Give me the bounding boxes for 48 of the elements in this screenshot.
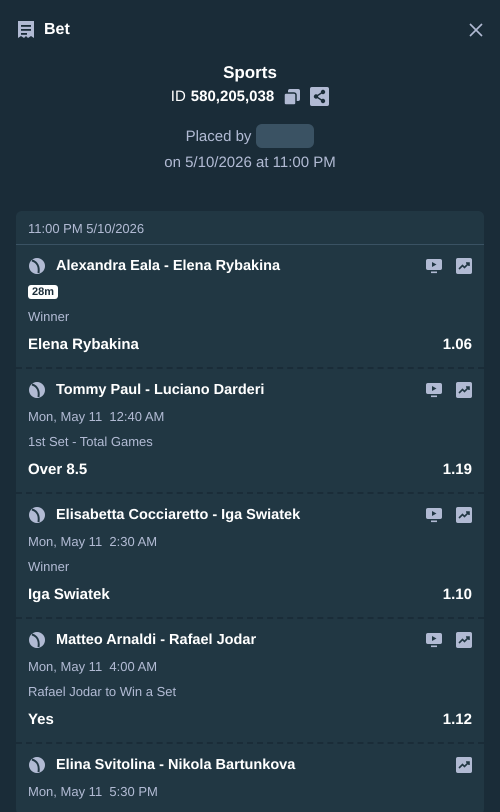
selection-name: Yes (28, 711, 54, 728)
match-start-time: Mon, May 11 2:30 AM (28, 534, 158, 549)
market-name: Winner (28, 309, 70, 324)
bet-time: 11:00 PM 5/10/2026 (28, 221, 144, 236)
odds-value: 1.10 (442, 586, 472, 603)
match-start-time: Mon, May 11 5:30 PM (28, 784, 159, 799)
redacted-name (256, 124, 314, 148)
live-stream-icon[interactable] (426, 508, 442, 522)
placed-date: on 5/10/2026 at 11:00 PM (164, 154, 336, 171)
tennis-ball-icon (28, 506, 46, 524)
market-name: 1st Set - Total Games (28, 434, 154, 449)
share-icon[interactable] (310, 87, 330, 106)
stats-chart-icon[interactable] (456, 382, 472, 398)
bet-id: 580,205,038 (190, 88, 274, 105)
tennis-ball-icon (28, 257, 46, 275)
match-name: Elisabetta Cocciaretto - Iga Swiatek (56, 507, 302, 523)
stats-chart-icon[interactable] (456, 757, 472, 773)
tennis-ball-icon (28, 631, 46, 649)
match-name: Alexandra Eala - Elena Rybakina (56, 258, 282, 274)
selection-name: Elena Rybakina (28, 336, 139, 353)
copy-icon[interactable] (283, 88, 302, 106)
stats-chart-icon[interactable] (456, 258, 472, 274)
market-name: Winner (28, 559, 70, 574)
odds-value: 1.06 (442, 336, 472, 353)
match-start-time: Mon, May 11 12:40 AM (28, 409, 166, 424)
live-stream-icon[interactable] (426, 382, 442, 398)
stats-chart-icon[interactable] (456, 507, 472, 523)
selection-name: Iga Swiatek (28, 586, 110, 603)
receipt-icon (16, 20, 36, 40)
odds-value: 1.19 (442, 461, 472, 478)
tennis-ball-icon (28, 756, 46, 774)
match-start-time: Mon, May 11 4:00 AM (28, 659, 158, 674)
stats-chart-icon[interactable] (456, 632, 472, 648)
selection-name: Over 8.5 (28, 461, 88, 478)
odds-value: 1.12 (442, 711, 472, 728)
bet-category: Sports (223, 63, 277, 83)
tennis-ball-icon (28, 381, 46, 399)
match-name: Matteo Arnaldi - Rafael Jodar (56, 632, 258, 648)
placed-by-label: Placed by (186, 128, 252, 144)
live-time-badge: 28m (28, 285, 58, 299)
market-name: Rafael Jodar to Win a Set (28, 684, 178, 699)
close-button[interactable] (468, 22, 484, 38)
bet-id-label: ID (170, 88, 186, 105)
match-name: Tommy Paul - Luciano Darderi (56, 382, 266, 398)
live-stream-icon[interactable] (426, 258, 442, 274)
match-name: Elina Svitolina - Nikola Bartunkova (56, 757, 296, 773)
live-stream-icon[interactable] (426, 632, 442, 648)
panel-title: Bet (44, 21, 71, 39)
